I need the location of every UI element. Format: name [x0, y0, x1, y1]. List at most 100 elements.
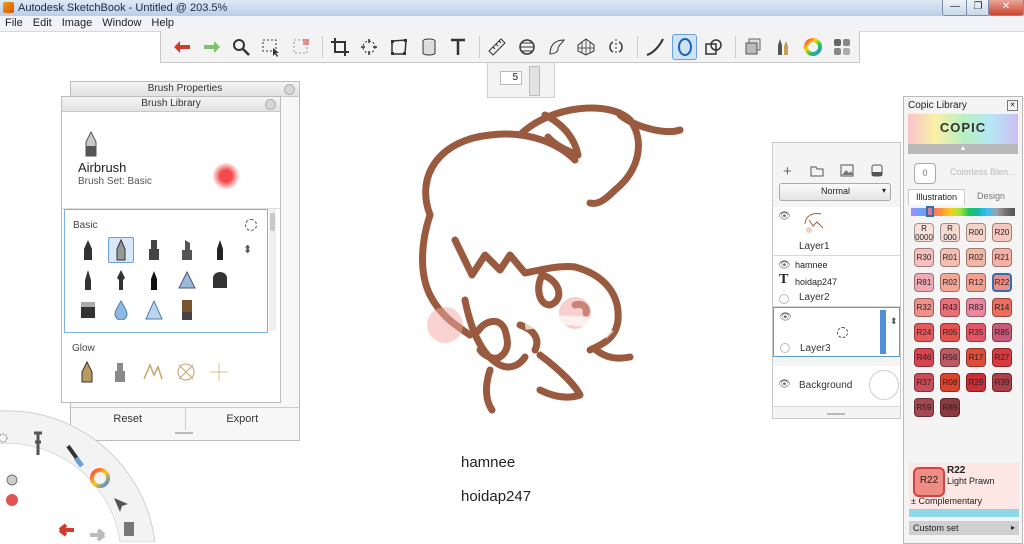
copic-swatch[interactable]: R08	[940, 373, 960, 392]
brush-glow-2[interactable]	[107, 359, 133, 385]
brush-technical-pen[interactable]	[141, 267, 167, 293]
complementary-label[interactable]: ± Complementary	[911, 496, 982, 506]
lagoon-menu[interactable]	[0, 400, 160, 542]
stroke-tool[interactable]	[642, 34, 668, 60]
copic-swatch[interactable]: R01	[940, 248, 960, 267]
shape-tool[interactable]	[701, 34, 727, 60]
copic-swatch[interactable]: R14	[992, 298, 1012, 317]
menu-window[interactable]: Window	[97, 16, 146, 31]
copic-swatch[interactable]: R05	[940, 323, 960, 342]
fill-tool[interactable]	[416, 34, 442, 60]
copic-swatch[interactable]: R02	[940, 273, 960, 292]
panel-close-icon[interactable]	[284, 84, 295, 95]
copic-swatch[interactable]: R37	[914, 373, 934, 392]
copic-swatch[interactable]: R39	[992, 373, 1012, 392]
copic-swatch[interactable]: R89	[940, 398, 960, 417]
eye-icon[interactable]: 👁	[778, 379, 791, 390]
layer-opacity-bar[interactable]	[880, 310, 886, 354]
copic-swatch[interactable]: R56	[940, 348, 960, 367]
layer-editor-button[interactable]	[740, 34, 766, 60]
ellipse-shape-tool[interactable]	[671, 33, 698, 60]
copic-swatch[interactable]: R83	[966, 298, 986, 317]
collapse-arrow-icon[interactable]: ▲	[908, 144, 1018, 154]
brush-scroll-arrows-icon[interactable]: ⬍	[243, 243, 252, 256]
distort-tool[interactable]	[386, 34, 412, 60]
canvas-drawing[interactable]	[360, 95, 690, 425]
eye-icon[interactable]: 👁	[779, 312, 792, 323]
brush-chisel[interactable]	[174, 237, 200, 263]
folder-icon[interactable]	[810, 165, 824, 177]
color-family-selector[interactable]	[926, 206, 934, 217]
selected-color-swatch[interactable]: R22	[913, 467, 945, 497]
panel-resize-handle[interactable]	[175, 432, 193, 434]
layer-row[interactable]: 👁 Background	[773, 366, 900, 407]
brush-flat-eraser[interactable]	[75, 297, 101, 323]
ellipse-guide-tool[interactable]	[514, 34, 540, 60]
complementary-color-bar[interactable]	[909, 509, 1019, 517]
brush-size-slider[interactable]	[529, 66, 540, 96]
copic-swatch[interactable]: R21	[992, 248, 1012, 267]
french-curve-tool[interactable]	[544, 34, 570, 60]
layer-arrows-icon[interactable]: ⬍	[890, 316, 898, 327]
perspective-tool[interactable]	[574, 34, 600, 60]
brush-glow-3[interactable]	[140, 359, 166, 385]
layer-row[interactable]: 👁 hamnee T hoidap247 Layer2	[773, 256, 900, 307]
brush-palette-button[interactable]	[770, 34, 796, 60]
copic-swatch[interactable]: R32	[914, 298, 934, 317]
copic-swatch[interactable]: R20	[992, 223, 1012, 242]
zoom-tool[interactable]	[228, 34, 254, 60]
copic-swatch[interactable]: R59	[914, 398, 934, 417]
crop-select-tool[interactable]	[288, 34, 314, 60]
menu-image[interactable]: Image	[57, 16, 98, 31]
add-image-icon[interactable]	[840, 164, 854, 177]
close-icon[interactable]: ✕	[1007, 100, 1018, 111]
copic-swatch[interactable]: R12	[966, 273, 986, 292]
text-tool[interactable]	[446, 34, 472, 60]
layers-icon[interactable]	[124, 522, 134, 536]
eye-icon[interactable]: 👁	[778, 260, 791, 271]
undo-button[interactable]	[169, 34, 195, 60]
copic-swatch[interactable]: R 000	[940, 223, 960, 242]
minimize-button[interactable]: —	[942, 0, 968, 16]
close-button[interactable]: ✕	[988, 0, 1024, 16]
copic-swatch[interactable]: R85	[992, 323, 1012, 342]
layer-lock-dot[interactable]	[779, 294, 789, 304]
copic-swatch[interactable]: R30	[914, 248, 934, 267]
layer-menu-icon[interactable]	[871, 164, 883, 177]
current-color-icon[interactable]	[6, 494, 18, 506]
panel-close-icon[interactable]	[265, 99, 276, 110]
copic-library-button[interactable]	[829, 34, 855, 60]
copic-swatch[interactable]: R35	[966, 323, 986, 342]
redo-button[interactable]	[199, 34, 225, 60]
copic-swatch[interactable]: R00	[966, 223, 986, 242]
brush-inking[interactable]	[207, 237, 233, 263]
panel-resize-handle[interactable]	[827, 413, 845, 415]
copic-swatch[interactable]: R24	[914, 323, 934, 342]
brush-fineliner[interactable]	[108, 267, 134, 293]
color-editor-button[interactable]	[800, 34, 826, 60]
background-color-swatch[interactable]	[869, 370, 899, 400]
maximize-button[interactable]: ❐	[966, 0, 990, 16]
eye-icon[interactable]: 👁	[778, 211, 791, 222]
brush-library-scrollbar[interactable]	[269, 209, 276, 331]
add-layer-icon[interactable]: +	[783, 163, 792, 180]
blend-mode-select[interactable]: Normal ▾	[779, 183, 891, 201]
copic-swatch[interactable]: R43	[940, 298, 960, 317]
brush-smear[interactable]	[174, 297, 200, 323]
copic-swatch[interactable]: R46	[914, 348, 934, 367]
brush-airbrush[interactable]	[108, 237, 134, 263]
copic-swatch[interactable]: R17	[966, 348, 986, 367]
brush-blur[interactable]	[108, 297, 134, 323]
brush-marker[interactable]	[141, 237, 167, 263]
layer-row[interactable]: 👁 Layer1	[773, 207, 900, 256]
symmetry-tool[interactable]	[603, 34, 629, 60]
crop-tool[interactable]	[327, 34, 353, 60]
brush-settings-icon[interactable]	[245, 219, 257, 231]
brush-size-value[interactable]: 5	[500, 71, 522, 85]
copic-swatch[interactable]: R27	[992, 348, 1012, 367]
copic-swatch[interactable]: R02	[966, 248, 986, 267]
select-tool[interactable]	[258, 34, 284, 60]
airbrush-small-icon[interactable]	[6, 474, 18, 486]
tab-illustration[interactable]: Illustration	[908, 189, 965, 205]
brush-pencil[interactable]	[75, 237, 101, 263]
